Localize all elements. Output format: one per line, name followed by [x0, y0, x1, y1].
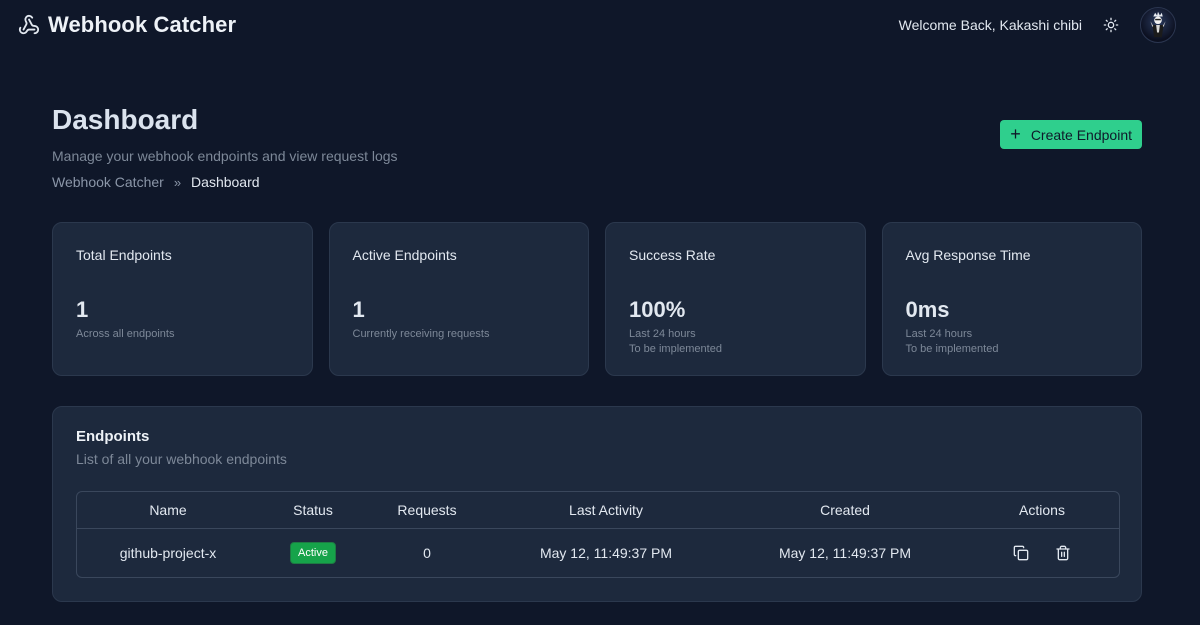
stat-note: Currently receiving requests	[352, 328, 490, 340]
column-header-created: Created	[820, 502, 870, 518]
welcome-text: Welcome Back, Kakashi chibi	[898, 17, 1082, 33]
endpoints-title: Endpoints	[76, 428, 150, 445]
stat-value: 0ms	[905, 297, 950, 322]
endpoint-name[interactable]: github-project-x	[77, 545, 259, 561]
status-badge: Active	[290, 542, 336, 564]
stat-note: To be implemented	[629, 343, 722, 355]
stat-label: Success Rate	[629, 247, 716, 263]
stat-label: Total Endpoints	[76, 247, 172, 263]
stat-card-success-rate: Success Rate 100% Last 24 hours To be im…	[605, 222, 866, 376]
stat-note: Last 24 hours	[905, 328, 973, 340]
create-endpoint-button[interactable]: + Create Endpoint	[1000, 120, 1142, 149]
column-header-actions: Actions	[1019, 502, 1065, 518]
breadcrumb-separator-icon: »	[173, 174, 182, 190]
endpoints-card: Endpoints List of all your webhook endpo…	[52, 406, 1142, 602]
column-header-requests: Requests	[397, 502, 457, 518]
sun-icon	[1103, 17, 1119, 33]
copy-icon[interactable]	[1013, 545, 1029, 561]
breadcrumb: Webhook Catcher » Dashboard	[52, 174, 398, 190]
stats-row: Total Endpoints 1 Across all endpoints A…	[52, 222, 1142, 376]
stat-note: Last 24 hours	[629, 328, 696, 340]
column-header-last-activity: Last Activity	[569, 502, 643, 518]
endpoint-created: May 12, 11:49:37 PM	[778, 545, 912, 561]
stat-value: 1	[352, 297, 365, 322]
table-row[interactable]: github-project-x Active 0 May 12, 11:49:…	[77, 529, 1119, 577]
column-header-name: Name	[149, 502, 187, 518]
main-content: Dashboard Manage your webhook endpoints …	[0, 50, 1200, 602]
endpoints-subtitle: List of all your webhook endpoints	[76, 451, 287, 467]
plus-icon: +	[1010, 123, 1021, 144]
app-title: Webhook Catcher	[48, 12, 237, 37]
stat-note: To be implemented	[905, 343, 999, 355]
stat-note: Across all endpoints	[76, 328, 175, 340]
table-header-row: Name Status Requests Last Activity Creat…	[77, 492, 1119, 529]
stat-value: 100%	[629, 297, 686, 322]
page-title: Dashboard	[52, 104, 199, 135]
avatar[interactable]	[1140, 7, 1176, 43]
stat-value: 1	[76, 297, 89, 322]
stat-card-total-endpoints: Total Endpoints 1 Across all endpoints	[52, 222, 313, 376]
stat-label: Active Endpoints	[352, 247, 457, 263]
stat-label: Avg Response Time	[905, 247, 1031, 263]
create-endpoint-label: Create Endpoint	[1030, 126, 1132, 143]
brand[interactable]: Webhook Catcher	[18, 12, 236, 38]
page-subtitle: Manage your webhook endpoints and view r…	[52, 148, 398, 164]
breadcrumb-home-link[interactable]: Webhook Catcher	[52, 174, 164, 190]
webhook-icon	[18, 14, 40, 36]
breadcrumb-current: Dashboard	[191, 174, 260, 190]
column-header-status: Status	[293, 502, 333, 518]
top-bar: Webhook Catcher Welcome Back, Kakashi ch…	[0, 0, 1200, 50]
theme-toggle-button[interactable]	[1098, 12, 1124, 38]
stat-card-active-endpoints: Active Endpoints 1 Currently receiving r…	[328, 222, 589, 376]
endpoints-table: Name Status Requests Last Activity Creat…	[76, 491, 1120, 578]
endpoint-requests: 0	[423, 545, 431, 561]
trash-icon[interactable]	[1055, 545, 1071, 561]
endpoint-last-activity: May 12, 11:49:37 PM	[539, 545, 673, 561]
stat-card-avg-response-time: Avg Response Time 0ms Last 24 hours To b…	[881, 222, 1142, 376]
